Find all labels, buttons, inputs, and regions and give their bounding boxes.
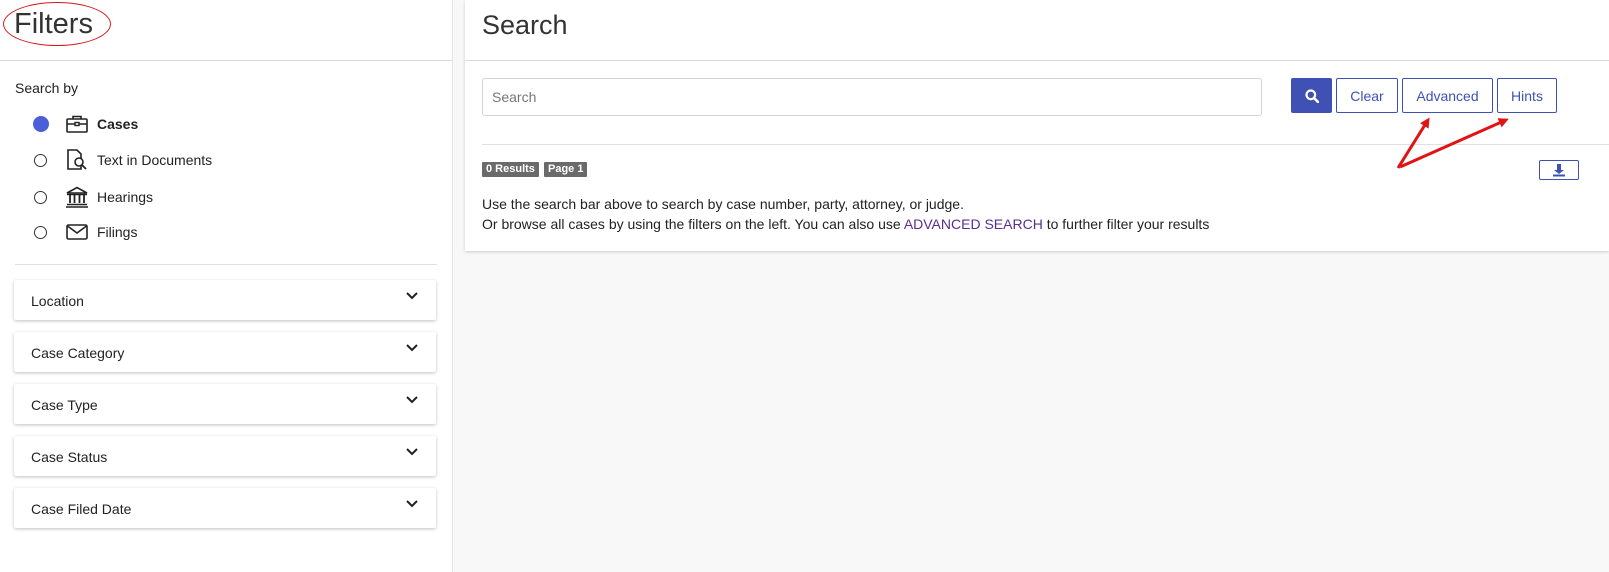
radio-filings[interactable]: [34, 225, 47, 239]
advanced-search-link[interactable]: ADVANCED SEARCH: [904, 216, 1043, 232]
chevron-down-icon: [406, 448, 418, 456]
sidebar-divider: [15, 264, 437, 265]
advanced-button[interactable]: Advanced: [1402, 78, 1493, 113]
search-option-filings[interactable]: Filings: [34, 221, 137, 243]
info-text-line-2: Or browse all cases by using the filters…: [482, 216, 1209, 232]
main-header: Search: [465, 0, 1609, 61]
search-input[interactable]: [482, 78, 1262, 116]
radio-text-in-documents[interactable]: [34, 153, 47, 167]
chevron-down-icon: [406, 396, 418, 404]
search-option-label: Text in Documents: [97, 152, 213, 168]
filter-panel-label: Case Status: [31, 449, 108, 465]
courthouse-icon: [65, 186, 89, 208]
filter-panel-case-type[interactable]: Case Type: [14, 384, 436, 424]
download-icon: [1553, 164, 1565, 177]
radio-cases[interactable]: [33, 116, 49, 132]
filter-panel-location[interactable]: Location: [14, 280, 436, 320]
info-text-before-link: Or browse all cases by using the filters…: [482, 216, 904, 232]
page-badge: Page 1: [544, 162, 588, 177]
annotation-circle: [3, 2, 111, 46]
page-title: Search: [482, 10, 568, 40]
info-text-after-link: to further filter your results: [1042, 216, 1210, 232]
radio-hearings[interactable]: [34, 190, 47, 204]
search-by-label: Search by: [15, 80, 79, 96]
envelope-icon: [65, 221, 89, 243]
results-divider: [482, 144, 1609, 145]
filter-panel-case-status[interactable]: Case Status: [14, 436, 436, 476]
filter-panel-label: Case Category: [31, 345, 125, 361]
document-search-icon: [65, 149, 89, 171]
filter-panel-label: Location: [31, 293, 84, 309]
download-button[interactable]: [1539, 160, 1579, 180]
search-panel: Search Clear Advanced Hints 0 Results Pa…: [465, 0, 1609, 251]
search-option-label: Hearings: [97, 189, 154, 205]
chevron-down-icon: [406, 292, 418, 300]
sidebar-header: Filters: [0, 0, 452, 61]
clear-button[interactable]: Clear: [1336, 78, 1398, 113]
briefcase-icon: [65, 113, 89, 135]
search-option-label: Cases: [97, 116, 139, 132]
info-text-line-1: Use the search bar above to search by ca…: [482, 196, 964, 212]
chevron-down-icon: [406, 344, 418, 352]
chevron-down-icon: [406, 500, 418, 508]
hints-button[interactable]: Hints: [1497, 78, 1557, 113]
page: Filters Search by Cases Text in Document…: [0, 0, 1609, 572]
search-option-hearings[interactable]: Hearings: [34, 186, 153, 208]
search-icon: [1304, 88, 1319, 103]
filter-panel-label: Case Type: [31, 397, 98, 413]
filter-panel-case-filed-date[interactable]: Case Filed Date: [14, 488, 436, 528]
search-option-text-in-documents[interactable]: Text in Documents: [34, 149, 212, 171]
search-button[interactable]: [1291, 78, 1332, 113]
search-option-label: Filings: [97, 224, 138, 240]
filter-panel-case-category[interactable]: Case Category: [14, 332, 436, 372]
results-count-badge: 0 Results: [482, 162, 539, 177]
filter-panel-label: Case Filed Date: [31, 501, 132, 517]
filters-sidebar: Filters Search by Cases Text in Document…: [0, 0, 453, 572]
search-option-cases[interactable]: Cases: [33, 113, 139, 135]
